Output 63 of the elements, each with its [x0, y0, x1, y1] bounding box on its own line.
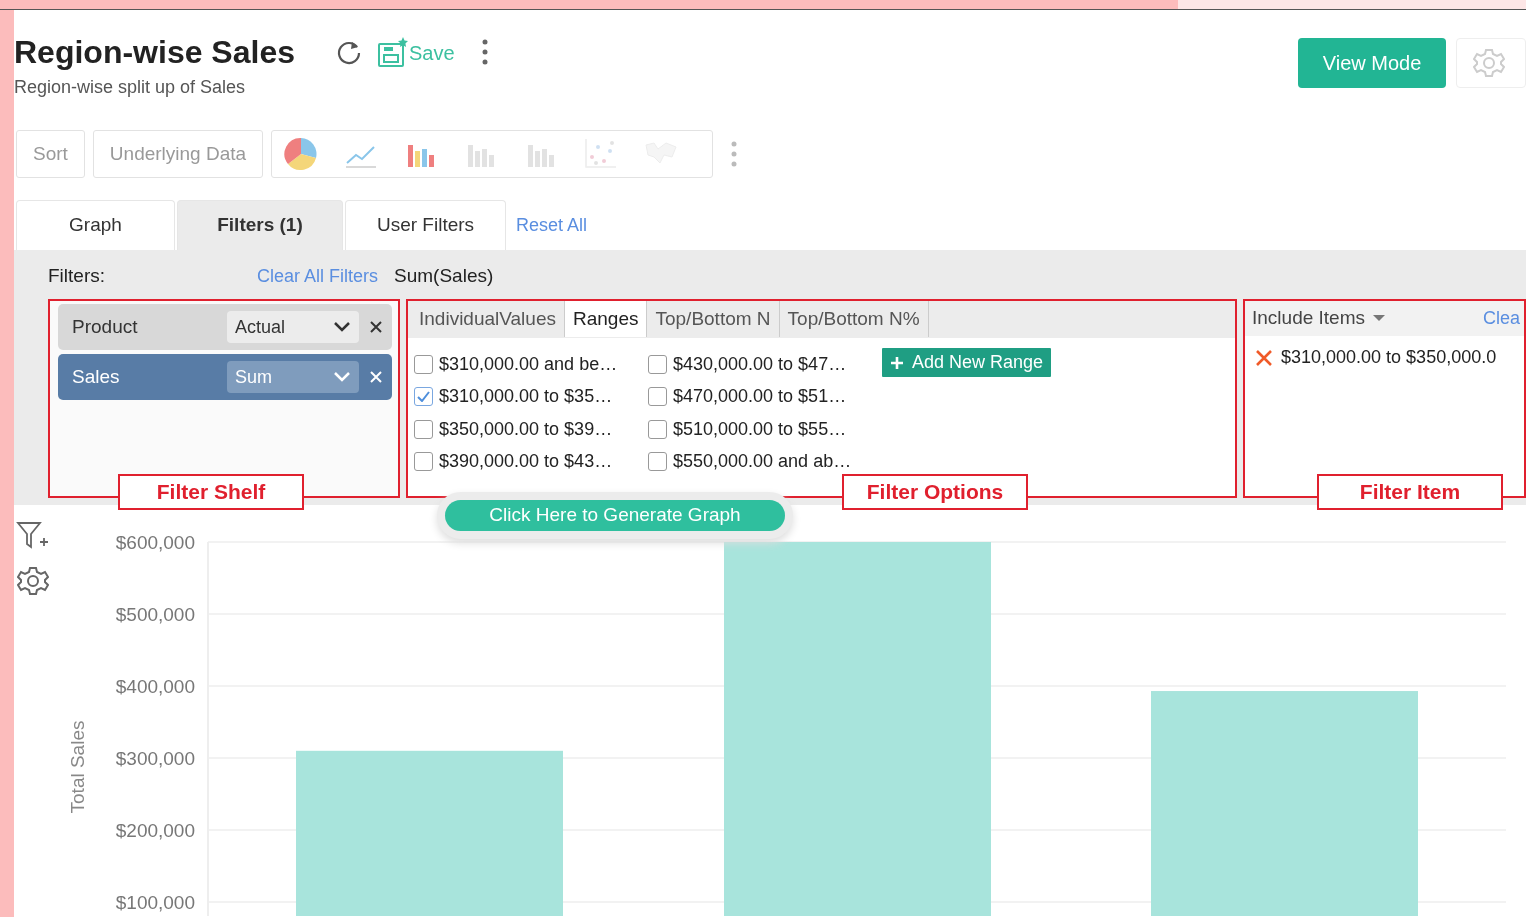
chevron-down-icon — [333, 321, 351, 333]
remove-icon[interactable] — [1255, 348, 1273, 367]
report-subtitle: Region-wise split up of Sales — [14, 76, 247, 99]
filter-add-icon[interactable] — [16, 521, 50, 551]
more-icon[interactable] — [480, 39, 489, 65]
toolbar-button[interactable]: Sort — [16, 130, 85, 178]
annotation-label: Filter Shelf — [118, 474, 304, 510]
axis-title: Total Sales — [67, 720, 88, 814]
aggregate-dropdown[interactable]: Sum — [227, 361, 359, 393]
checkbox[interactable] — [648, 354, 667, 374]
add-new-range-button[interactable]: Add New Range — [882, 348, 1052, 377]
tab[interactable]: Filters (1) — [177, 200, 343, 250]
tab[interactable]: User Filters — [345, 200, 506, 250]
annotation-label: Filter Options — [842, 474, 1028, 510]
checkbox[interactable] — [414, 452, 433, 472]
settings-icon — [1473, 47, 1505, 79]
option-label: $510,000.00 to $55… — [673, 417, 847, 441]
axis-tick-label: $400,000 — [115, 676, 195, 697]
checkbox[interactable] — [648, 387, 667, 407]
field-label: Sales — [72, 364, 120, 389]
checkbox[interactable] — [414, 387, 433, 407]
axis-tick-label: $200,000 — [115, 820, 195, 841]
axis-tick-label: $600,000 — [115, 532, 195, 553]
clear-link[interactable]: Clea — [1482, 305, 1520, 332]
option-label: $470,000.00 to $51… — [673, 385, 847, 409]
tab[interactable]: Graph — [16, 200, 175, 250]
view-mode-button[interactable]: View Mode — [1298, 38, 1446, 88]
plus-icon — [890, 355, 904, 370]
axis-tick-label: $300,000 — [115, 748, 195, 769]
filters-label: Filters: — [48, 263, 106, 288]
option-label: $390,000.00 to $43… — [439, 450, 613, 474]
included-item: $310,000.00 to $350,000.0 — [1281, 346, 1497, 369]
option-label: $310,000.00 to $35… — [439, 385, 613, 409]
save-icon — [377, 36, 409, 68]
option-label: $550,000.00 and ab… — [673, 450, 852, 474]
checkbox[interactable] — [414, 419, 433, 439]
checkbox[interactable] — [648, 452, 667, 472]
reset-all-link[interactable]: Reset All — [516, 211, 588, 239]
checkbox[interactable] — [414, 354, 433, 374]
checkbox[interactable] — [648, 419, 667, 439]
option-label: $430,000.00 to $47… — [673, 352, 847, 376]
aggregate-dropdown[interactable]: Actual — [227, 311, 359, 343]
field-label: Product — [72, 314, 138, 339]
caret-down-icon — [1373, 314, 1385, 323]
toolbar-button[interactable]: Underlying Data — [92, 130, 264, 178]
chevron-down-icon — [333, 371, 351, 383]
filter-type-tab[interactable]: Ranges — [564, 301, 648, 337]
pie-chart-icon[interactable] — [284, 137, 319, 171]
option-label: $350,000.00 to $39… — [439, 417, 613, 441]
save-button[interactable]: Save — [377, 36, 455, 68]
report-title: Region-wise Sales — [14, 36, 295, 68]
settings-icon[interactable] — [17, 565, 49, 597]
axis-tick-label: $100,000 — [115, 892, 195, 913]
include-items-dropdown[interactable]: Include Items — [1252, 304, 1385, 333]
settings-button[interactable] — [1456, 38, 1526, 88]
clear-all-filters-link[interactable]: Clear All Filters — [257, 262, 379, 290]
close-icon[interactable] — [369, 320, 383, 334]
filter-pill[interactable]: Sales Sum — [58, 354, 392, 400]
axis-tick-label: $500,000 — [115, 604, 195, 625]
filter-title: Sum(Sales) — [394, 263, 494, 288]
option-label: $310,000.00 and be… — [439, 352, 618, 376]
filter-pill[interactable]: Product Actual — [58, 304, 392, 350]
annotation-label: Filter Item — [1317, 474, 1503, 510]
